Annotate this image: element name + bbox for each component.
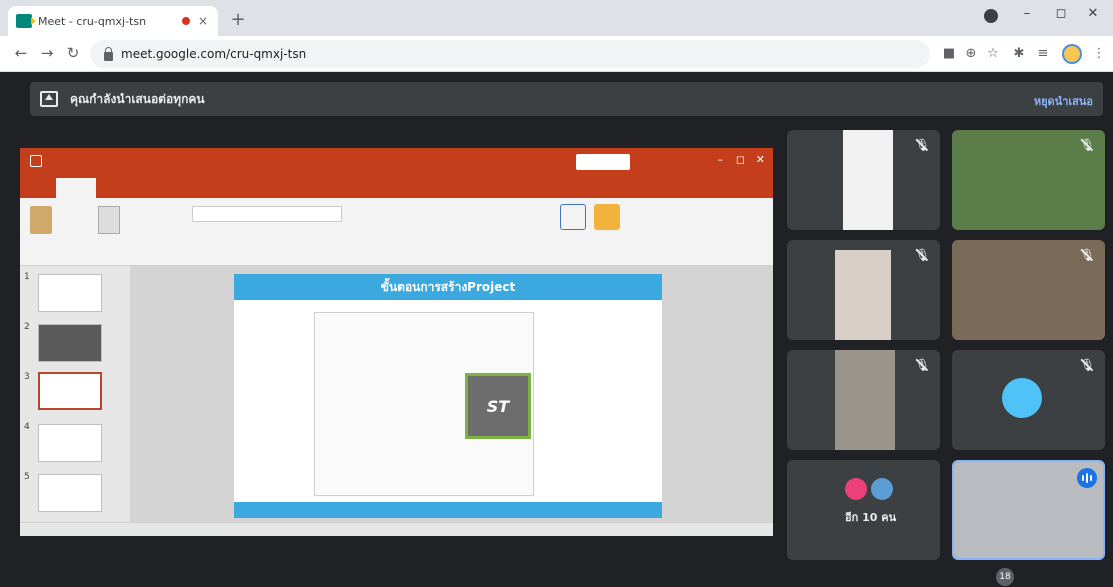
mic-off-icon: 🎙 [1079,138,1095,152]
stop-presenting-button[interactable]: หยุดนำเสนอ [1034,92,1093,110]
ppt-close-icon: ✕ [755,153,765,166]
mic-off-icon: 🎙 [914,358,930,372]
tab-close-button[interactable]: × [196,14,210,28]
self-tile[interactable] [952,460,1105,560]
ppt-title-bar: – ◻ ✕ [20,148,773,176]
url-text: meet.google.com/cru-qmxj-tsn [121,47,307,61]
forward-button[interactable]: → [36,44,58,62]
mic-off-icon: 🎙 [914,138,930,152]
tab-strip: Meet - cru-qmxj-tsn × + – ◻ ✕ [0,0,1113,36]
shared-screen: – ◻ ✕ 1 2 3 4 5 ขั้นตอนการสร้างProject S [20,148,773,536]
incognito-icon[interactable] [984,9,998,23]
arrange-icon [594,204,620,230]
lock-icon [104,46,113,61]
video-feed [835,350,895,450]
slide-thumb [38,424,102,462]
slide-thumb [38,324,102,362]
slide-thumb [38,474,102,512]
participant-avatar [1002,378,1042,418]
person-icon [871,478,893,500]
ppt-ribbon-tabs [20,176,773,198]
st-logo: ST [486,396,510,416]
thumb-number: 4 [24,422,30,432]
thumb-number: 2 [24,322,30,332]
others-count: อีก 10 คน [845,511,897,524]
maximize-button[interactable]: ◻ [1046,6,1076,21]
ppt-ribbon [20,198,773,266]
slide-title: ขั้นตอนการสร้างProject [380,279,516,294]
person-icon [845,478,867,500]
menu-button[interactable]: ⋮ [1090,46,1108,61]
tab-meet[interactable]: Meet - cru-qmxj-tsn × [8,6,218,36]
ppt-maximize-icon: ◻ [735,153,745,166]
participant-tile[interactable]: 🎙 [787,130,940,230]
reading-list-icon[interactable]: ≡ [1034,46,1052,61]
participant-tile[interactable]: 🎙 [787,240,940,340]
save-icon [30,155,42,167]
address-bar[interactable]: meet.google.com/cru-qmxj-tsn [90,40,930,68]
thumb-number: 1 [24,272,30,282]
slide-canvas: ขั้นตอนการสร้างProject ST [130,266,773,522]
participant-tile[interactable]: 🎙 [787,350,940,450]
others-avatars [845,478,893,500]
presenting-banner: คุณกำลังนำเสนอต่อทุกคน หยุดนำเสนอ [30,82,1103,116]
slide-thumb-active [38,372,102,410]
recording-icon [182,17,190,25]
participants-count-badge[interactable]: 18 [996,568,1014,586]
mic-off-icon: 🎙 [1079,358,1095,372]
close-window-button[interactable]: ✕ [1078,6,1108,21]
mic-off-icon: 🎙 [914,248,930,262]
participant-tile[interactable]: 🎙 [952,130,1105,230]
thumb-number: 3 [24,372,30,382]
minimize-button[interactable]: – [1012,6,1042,21]
new-slide-icon [98,206,120,234]
present-screen-icon [40,91,58,107]
star-icon[interactable]: ☆ [984,46,1002,61]
tab-title: Meet - cru-qmxj-tsn [38,14,147,28]
camera-icon[interactable]: ■ [940,46,958,61]
ppt-status-bar [20,522,773,536]
ppt-minimize-icon: – [717,153,724,166]
speaking-indicator-icon [1077,468,1097,488]
participant-tile[interactable]: 🎙 [952,240,1105,340]
slide-header: ขั้นตอนการสร้างProject [234,274,662,300]
profile-avatar[interactable] [1062,44,1082,64]
mic-off-icon: 🎙 [1079,248,1095,262]
current-slide: ขั้นตอนการสร้างProject ST [234,274,662,518]
paste-icon [30,206,52,234]
account-button [576,154,630,170]
presenting-text: คุณกำลังนำเสนอต่อทุกคน [70,91,205,106]
shapes-icon [560,204,586,230]
slide-screenshot: ST [314,312,534,496]
slide-footer [234,502,662,518]
back-button[interactable]: ← [10,44,32,62]
new-tab-button[interactable]: + [226,8,250,32]
browser-toolbar: ← → ↻ meet.google.com/cru-qmxj-tsn ■ ⊕ ☆… [0,36,1113,72]
thumb-number: 5 [24,472,30,482]
video-feed [843,130,893,230]
reload-button[interactable]: ↻ [62,44,84,62]
ppt-home-tab [56,178,96,198]
mcu-chip: ST [465,373,531,439]
others-tile[interactable]: อีก 10 คน [787,460,940,560]
extensions-icon[interactable]: ✱ [1010,46,1028,61]
font-box [192,206,342,222]
zoom-icon[interactable]: ⊕ [962,46,980,61]
video-feed [835,250,891,340]
meet-favicon-icon [16,14,36,28]
slide-thumb [38,274,102,312]
browser-chrome: Meet - cru-qmxj-tsn × + – ◻ ✕ ← → ↻ meet… [0,0,1113,72]
participant-tile[interactable]: 🎙 [952,350,1105,450]
slide-thumbnails: 1 2 3 4 5 [20,266,130,522]
